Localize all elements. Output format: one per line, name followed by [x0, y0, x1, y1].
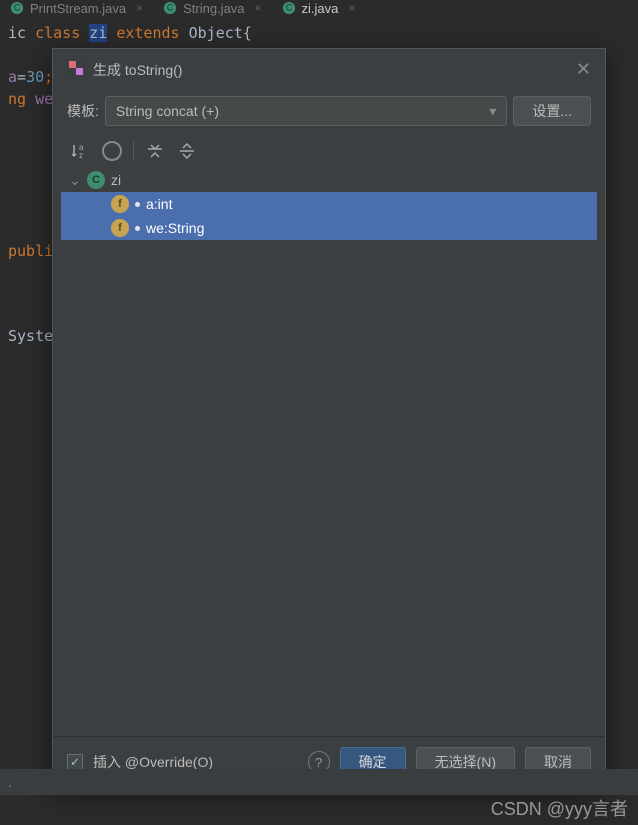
expand-all-icon[interactable] — [144, 140, 166, 162]
svg-text:C: C — [167, 3, 173, 13]
tab-zi[interactable]: C zi.java × — [272, 0, 366, 16]
code-text: publi — [8, 242, 53, 260]
class-badge-icon: C — [87, 171, 105, 189]
java-class-icon: C — [163, 1, 177, 15]
dialog-title: 生成 toString() — [93, 60, 568, 80]
chevron-down-icon: ▾ — [489, 103, 496, 120]
close-icon[interactable]: × — [136, 1, 143, 15]
sort-az-icon[interactable]: az — [69, 140, 91, 162]
tab-string[interactable]: C String.java × — [153, 0, 271, 16]
java-class-icon: C — [282, 1, 296, 15]
code-text: Syste — [8, 327, 53, 345]
intellij-icon — [67, 59, 85, 80]
override-checkbox[interactable]: ✓ — [67, 754, 83, 770]
status-bar: . — [0, 769, 638, 795]
template-label: 模板: — [67, 101, 99, 121]
tree-label: zi — [111, 172, 121, 188]
template-dropdown[interactable]: String concat (+) ▾ — [105, 96, 507, 126]
close-icon[interactable]: × — [255, 1, 262, 15]
tree-field[interactable]: f we:String — [61, 216, 597, 240]
collapse-all-icon[interactable] — [176, 140, 198, 162]
tab-printstream[interactable]: C PrintStream.java × — [0, 0, 153, 16]
tab-label: zi.java — [302, 1, 339, 16]
dialog-toolbar: az — [53, 136, 605, 166]
watermark: CSDN @yyy言者 — [491, 795, 628, 821]
editor-tabs: C PrintStream.java × C String.java × C z… — [0, 0, 638, 16]
dot-icon — [135, 202, 140, 207]
dialog-titlebar: 生成 toString() ✕ — [53, 49, 605, 90]
status-text: . — [8, 775, 12, 790]
tab-label: String.java — [183, 1, 244, 16]
dropdown-value: String concat (+) — [116, 103, 219, 119]
field-badge-icon: f — [111, 219, 129, 237]
svg-text:C: C — [14, 3, 20, 13]
tree-label: a:int — [146, 196, 172, 212]
svg-text:C: C — [285, 3, 291, 13]
dot-icon — [135, 226, 140, 231]
chevron-down-icon[interactable]: ⌄ — [69, 172, 81, 189]
separator — [133, 141, 134, 161]
tab-label: PrintStream.java — [30, 1, 126, 16]
generate-tostring-dialog: 生成 toString() ✕ 模板: String concat (+) ▾ … — [52, 48, 606, 788]
field-badge-icon: f — [111, 195, 129, 213]
close-icon[interactable]: ✕ — [576, 59, 591, 80]
field-tree[interactable]: ⌄ C zi f a:int f we:String — [61, 168, 597, 734]
tree-root[interactable]: ⌄ C zi — [61, 168, 597, 192]
close-icon[interactable]: × — [348, 1, 355, 15]
settings-button[interactable]: 设置... — [513, 96, 591, 126]
tree-label: we:String — [146, 220, 204, 236]
java-class-icon: C — [10, 1, 24, 15]
show-instances-icon[interactable] — [101, 140, 123, 162]
tree-field[interactable]: f a:int — [61, 192, 597, 216]
svg-text:z: z — [79, 151, 83, 160]
